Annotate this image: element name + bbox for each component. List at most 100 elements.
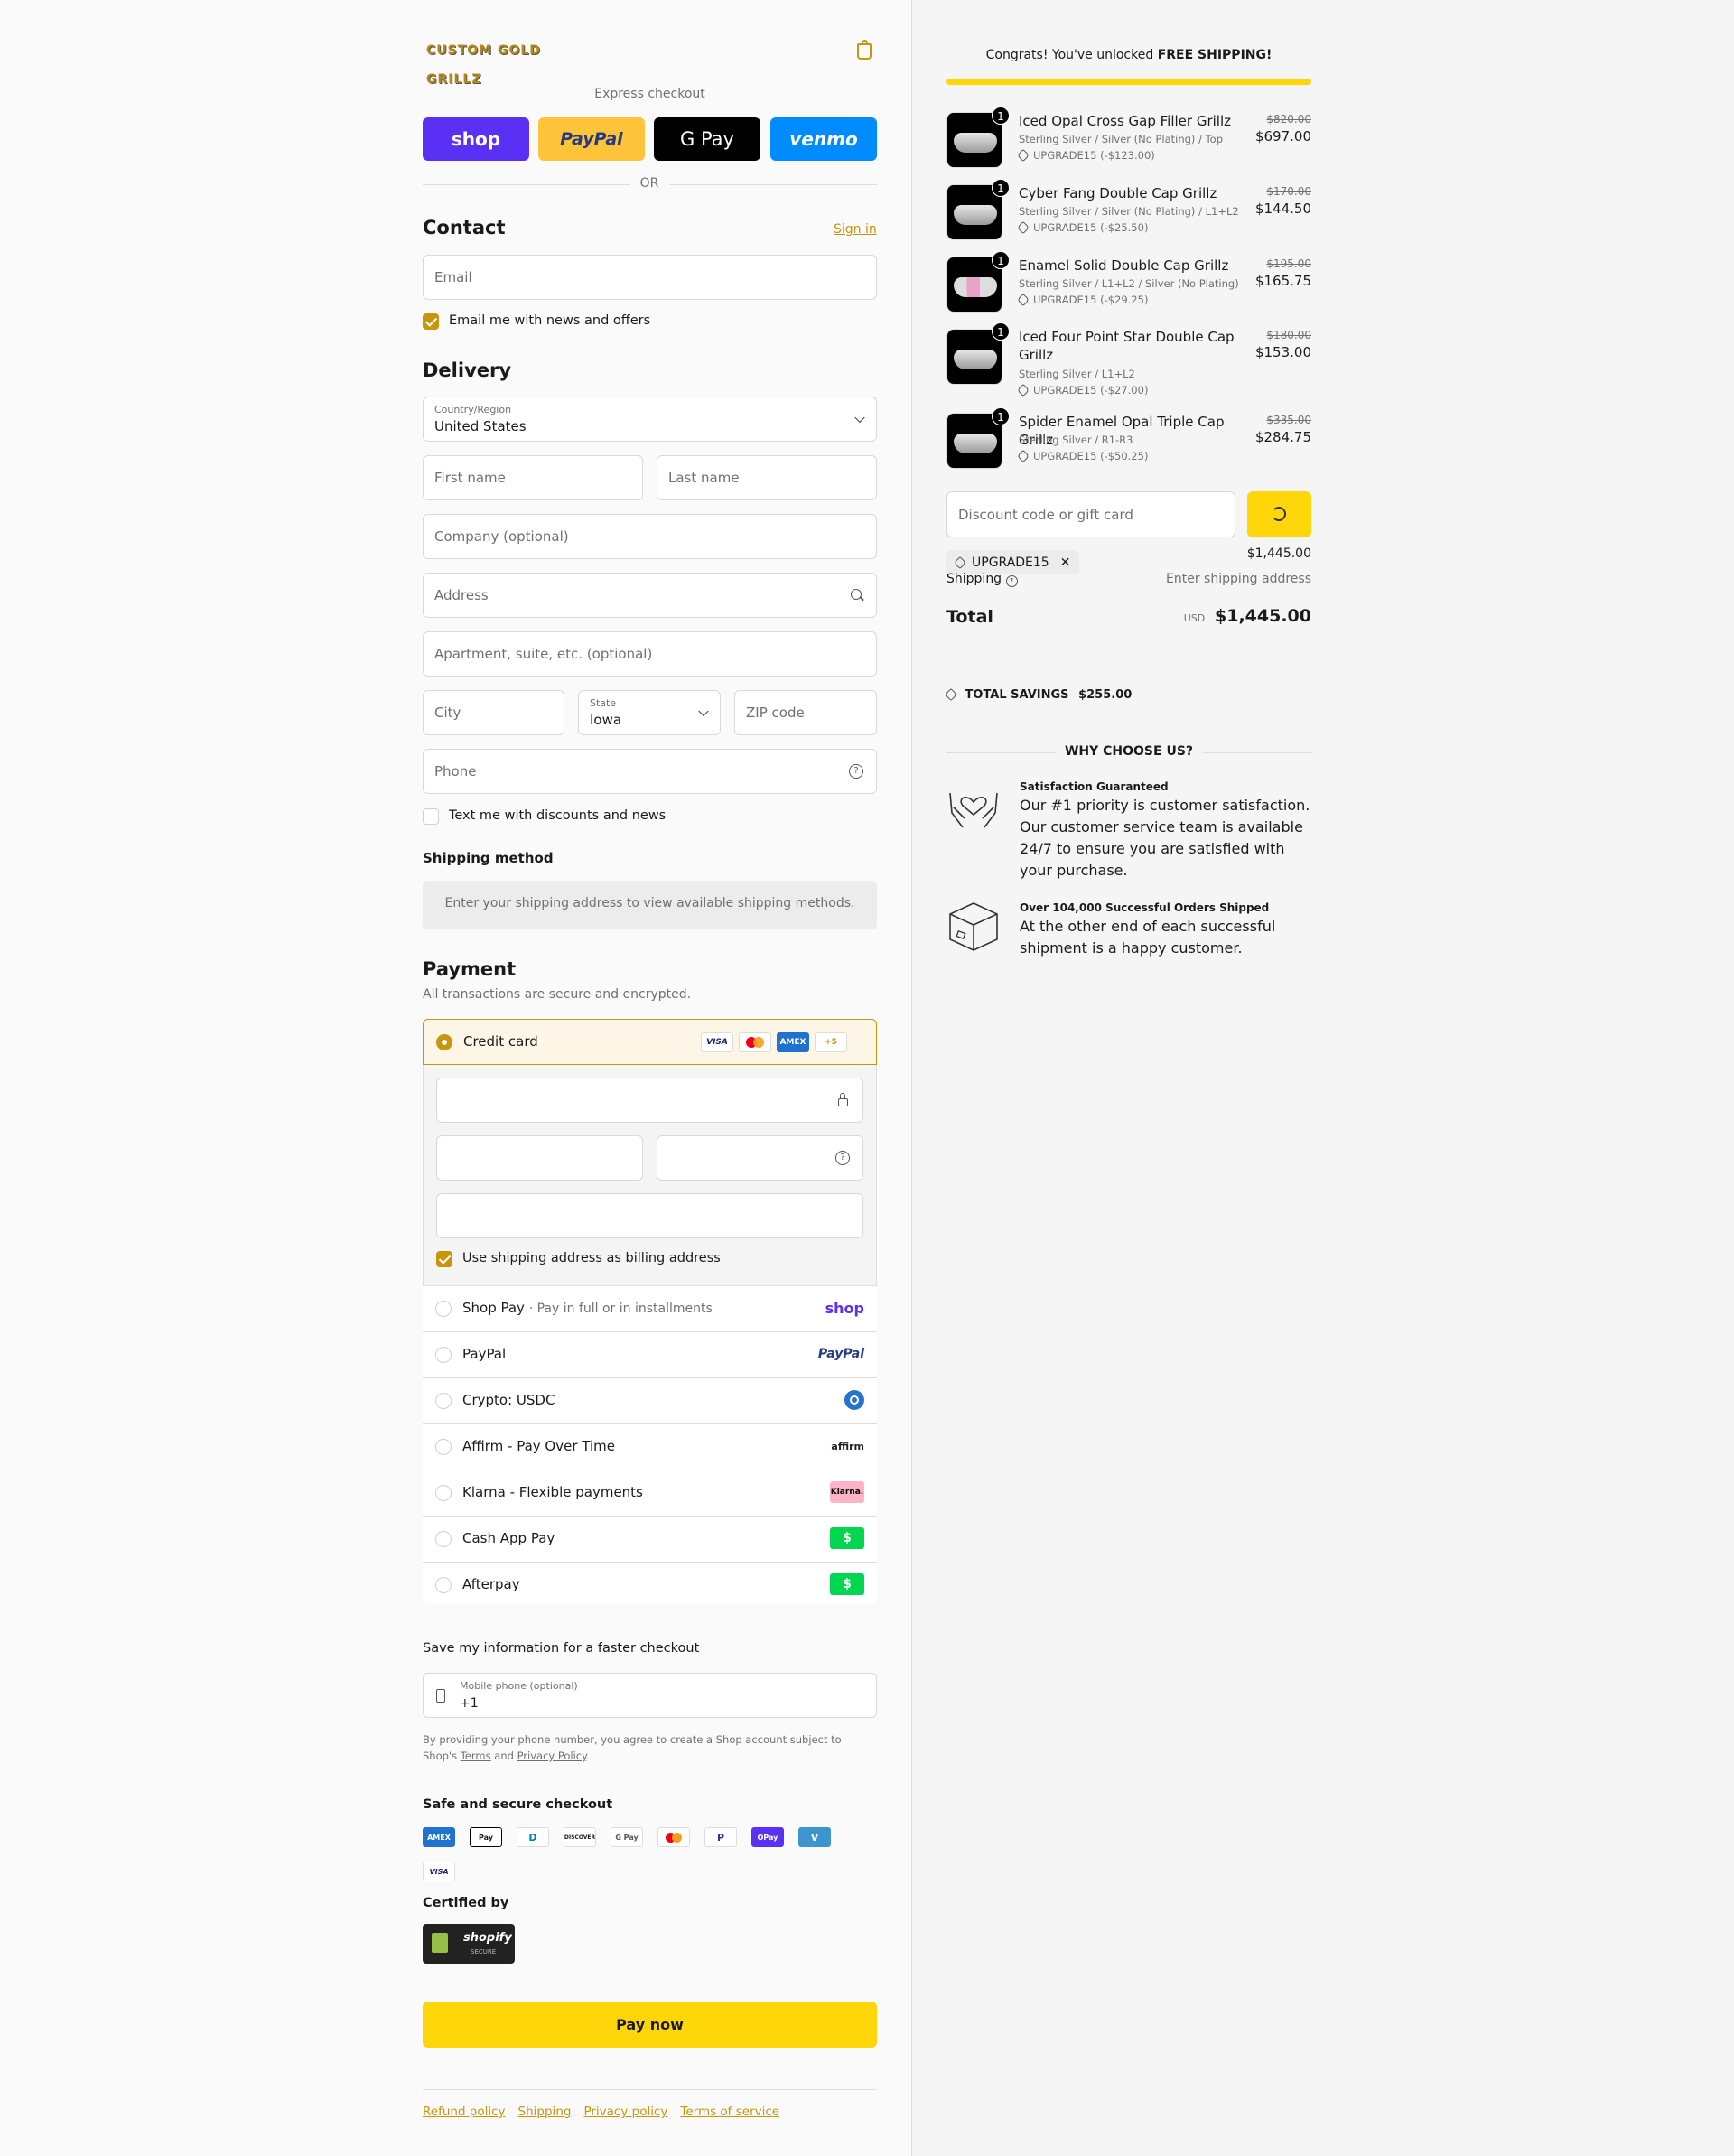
item-original-price: $820.00: [1266, 113, 1311, 126]
paypal-express-button[interactable]: PayPal: [538, 117, 645, 161]
mobile-phone-label: Mobile phone (optional): [460, 1680, 578, 1692]
address-field[interactable]: Address: [423, 573, 877, 618]
item-price: $284.75: [1254, 429, 1311, 445]
help-icon[interactable]: ?: [849, 764, 863, 779]
item-discount: UPGRADE15 (-$123.00): [1016, 148, 1155, 163]
mastercard-icon: [739, 1032, 771, 1052]
text-news-label: Text me with discounts and news: [449, 808, 667, 823]
or-divider-text: OR: [639, 176, 659, 191]
discount-placeholder: Discount code or gift card: [958, 506, 1133, 523]
discount-code-chip[interactable]: UPGRADE15 ✕: [946, 550, 1080, 574]
afterpay-radio[interactable]: [435, 1577, 452, 1593]
shipping-method-notice: Enter your shipping address to view avai…: [423, 881, 877, 929]
last-name-field[interactable]: Last name: [657, 455, 877, 500]
paypal-option[interactable]: PayPal PayPal: [423, 1331, 877, 1377]
name-on-card-field[interactable]: [436, 1193, 863, 1238]
discount-code-field[interactable]: Discount code or gift card: [946, 491, 1235, 537]
cash-app-label: Cash App Pay: [462, 1530, 555, 1546]
venmo-icon: V: [798, 1827, 831, 1847]
sign-in-link[interactable]: Sign in: [834, 222, 877, 237]
crypto-radio[interactable]: [435, 1393, 452, 1409]
cart-bag-icon[interactable]: [857, 40, 872, 60]
crypto-usdc-option[interactable]: Crypto: USDC: [423, 1377, 877, 1423]
shipping-policy-link[interactable]: Shipping: [518, 2105, 572, 2119]
google-pay-express-button[interactable]: G Pay: [654, 117, 760, 161]
shop-pay-express-button[interactable]: shop: [423, 117, 529, 161]
affirm-option[interactable]: Affirm - Pay Over Time affirm: [423, 1423, 877, 1470]
tag-icon: [1016, 220, 1030, 235]
mobile-phone-icon: [436, 1689, 445, 1703]
billing-address-label: Use shipping address as billing address: [462, 1251, 721, 1265]
shop-pay-option[interactable]: Shop Pay · Pay in full or in installment…: [423, 1285, 877, 1331]
banner-prefix: Congrats! You've unlocked: [985, 48, 1154, 62]
credit-card-option[interactable]: Credit card VISA AMEX +5: [423, 1019, 877, 1065]
venmo-express-button[interactable]: venmo: [770, 117, 877, 161]
shopify-secure-badge: shopify SECURE: [423, 1924, 515, 1964]
refund-policy-link[interactable]: Refund policy: [423, 2105, 506, 2119]
item-discount: UPGRADE15 (-$25.50): [1016, 220, 1148, 235]
klarna-radio[interactable]: [435, 1485, 452, 1501]
text-news-checkbox[interactable]: [423, 808, 439, 825]
usdc-icon: [844, 1390, 864, 1410]
klarna-option[interactable]: Klarna - Flexible payments Klarna.: [423, 1470, 877, 1516]
affirm-radio[interactable]: [435, 1439, 452, 1455]
legal-end: .: [586, 1750, 590, 1762]
item-discount-text: UPGRADE15 (-$29.25): [1033, 294, 1149, 306]
phone-field[interactable]: Phone ?: [423, 749, 877, 794]
country-select[interactable]: Country/Region United States: [423, 397, 877, 442]
help-icon[interactable]: ?: [835, 1151, 850, 1165]
last-name-placeholder: Last name: [668, 470, 740, 486]
venmo-logo: venmo: [789, 128, 858, 150]
mobile-phone-field[interactable]: Mobile phone (optional) +1: [423, 1673, 877, 1718]
card-number-field[interactable]: [436, 1078, 863, 1123]
email-news-checkbox[interactable]: [423, 313, 439, 330]
terms-of-service-link[interactable]: Terms of service: [680, 2105, 779, 2119]
item-discount-text: UPGRADE15 (-$27.00): [1033, 384, 1149, 397]
shop-pay-label: Shop Pay: [462, 1300, 525, 1316]
credit-card-radio[interactable]: [436, 1034, 452, 1050]
privacy-policy-link[interactable]: Privacy Policy: [517, 1750, 587, 1762]
company-field[interactable]: Company (optional): [423, 514, 877, 559]
badge-line-1: shopify: [463, 1931, 512, 1945]
phone-placeholder: Phone: [434, 763, 477, 779]
apply-discount-button[interactable]: [1247, 491, 1311, 537]
city-field[interactable]: City: [423, 690, 564, 735]
shop-pay-radio[interactable]: [435, 1301, 452, 1317]
shop-pay-sublabel: · Pay in full or in installments: [528, 1302, 713, 1316]
city-placeholder: City: [434, 705, 461, 721]
help-icon[interactable]: ?: [1005, 575, 1018, 587]
item-price: $153.00: [1254, 344, 1311, 360]
line-item: 1 Iced Four Point Star Double Cap Grillz…: [946, 322, 1311, 404]
klarna-icon: Klarna.: [830, 1481, 864, 1503]
search-icon[interactable]: [851, 589, 864, 602]
first-name-placeholder: First name: [434, 470, 506, 486]
item-price: $144.50: [1254, 201, 1311, 217]
state-select[interactable]: State Iowa: [578, 690, 721, 735]
chevron-down-icon: [854, 412, 865, 424]
terms-link[interactable]: Terms: [461, 1750, 491, 1762]
first-name-field[interactable]: First name: [423, 455, 643, 500]
privacy-policy-link[interactable]: Privacy policy: [583, 2105, 667, 2119]
why-2-title: Over 104,000 Successful Orders Shipped: [1020, 901, 1270, 914]
close-icon[interactable]: ✕: [1060, 555, 1071, 570]
billing-address-checkbox[interactable]: [436, 1251, 452, 1267]
shopify-bag-icon: [432, 1933, 448, 1953]
email-field[interactable]: Email: [423, 255, 877, 300]
cash-app-pay-option[interactable]: Cash App Pay $: [423, 1516, 877, 1562]
save-info-heading: Save my information for a faster checkou…: [423, 1641, 700, 1656]
quantity-badge: 1: [992, 322, 1010, 341]
item-name: Iced Opal Cross Gap Filler Grillz: [1019, 113, 1232, 129]
paypal-icon: P: [704, 1827, 737, 1847]
paypal-radio[interactable]: [435, 1347, 452, 1363]
shipping-value: Enter shipping address: [1166, 572, 1311, 586]
pay-now-button[interactable]: Pay now: [423, 2002, 877, 2048]
or-divider-right: [669, 184, 877, 185]
store-logo[interactable]: CUSTOM GOLD GRILLZ: [426, 36, 600, 87]
apartment-field[interactable]: Apartment, suite, etc. (optional): [423, 631, 877, 677]
zip-field[interactable]: ZIP code: [734, 690, 877, 735]
afterpay-option[interactable]: Afterpay $: [423, 1562, 877, 1604]
cash-app-radio[interactable]: [435, 1531, 452, 1547]
security-code-field[interactable]: ?: [657, 1135, 863, 1181]
tag-icon: [944, 687, 958, 702]
expiration-date-field[interactable]: [436, 1135, 643, 1181]
